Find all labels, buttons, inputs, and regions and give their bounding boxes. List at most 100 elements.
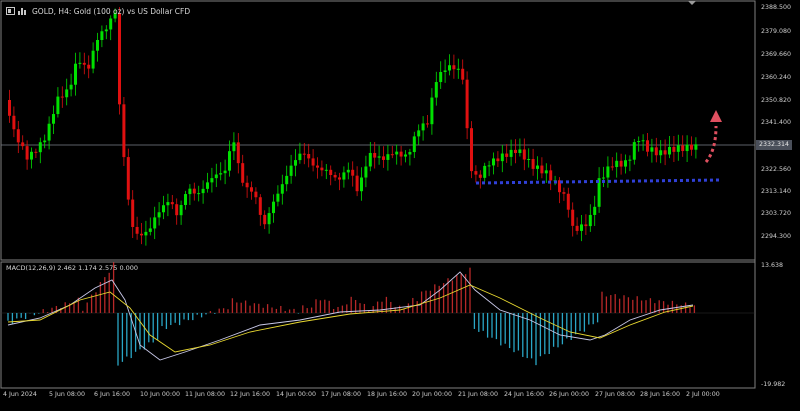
candle-body [408,152,412,155]
candle-body [34,151,38,153]
candle-body [157,212,161,218]
candle-body [452,65,456,70]
candle-body [43,140,47,143]
candle-body [197,193,201,195]
candle-body [16,129,20,143]
candle-body [38,142,42,153]
chart-window[interactable]: GOLD, H4: Gold (100 oz) vs US Dollar CFD… [0,0,800,407]
candle-body [514,149,517,154]
candle-body [324,169,328,171]
candle-body [280,184,284,194]
candle-body [637,141,641,143]
candle-body [52,114,55,124]
forecast-arrow-line [704,125,718,163]
candle-body [228,151,231,171]
candle-body [263,214,267,225]
time-axis-label: 20 Jun 00:00 [412,391,453,398]
candle-body [426,123,429,125]
candle-body [65,89,69,98]
price-axis-label: 2341.400 [761,119,792,126]
bar-chart-icon [18,7,27,15]
candle-body [580,224,583,231]
candle-body [364,166,368,178]
candle-body [632,142,636,160]
candle-body [78,62,82,64]
candle-body [615,160,619,168]
candle-body [272,201,275,214]
candle-body [214,174,218,179]
candle-body [166,202,170,206]
time-axis-label: 14 Jun 00:00 [276,391,317,398]
time-axis-label: 18 Jun 16:00 [367,391,408,398]
candle-body [118,13,121,105]
candle-body [606,166,610,178]
candle-body [641,140,645,142]
candle-body [544,170,548,174]
candle-body [12,115,16,130]
forecast-arrow-head-icon [710,110,722,122]
macd-axis-label: -19.982 [761,381,786,388]
chart-title: GOLD, H4: Gold (100 oz) vs US Dollar CFD [6,4,190,18]
candle-body [333,175,337,178]
candle-body [170,202,174,205]
candle-body [562,192,566,194]
chart-window-icon [6,7,15,15]
candle-body [492,158,495,166]
candle-body [399,151,403,157]
candle-body [602,177,605,179]
price-chart[interactable] [0,0,800,407]
candle-body [421,123,425,131]
candle-body [298,153,302,161]
candle-body [74,63,77,85]
candle-body [382,156,385,160]
candle-body [368,152,372,167]
candle-body [122,104,126,158]
candle-body [188,188,192,195]
candle-body [456,68,460,70]
candle-body [69,84,73,90]
candle-body [241,163,245,183]
price-axis-label: 2294.300 [761,233,792,240]
time-axis-label: 4 Jun 2024 [3,391,37,398]
candle-body [417,130,421,137]
candle-body [210,178,214,183]
candle-body [60,96,64,98]
candle-body [289,165,293,176]
candle-body [624,160,627,167]
candle-body [390,154,394,156]
candle-body [373,152,377,158]
time-axis-label: 12 Jun 16:00 [230,391,271,398]
candle-body [461,68,465,80]
candle-body [522,149,526,160]
candle-body [628,159,632,161]
support-dotted-line [475,178,721,185]
candle-body [646,140,649,152]
candle-body [668,146,671,155]
time-axis-label: 21 Jun 08:00 [458,391,499,398]
candle-body [294,160,297,166]
candle-body [30,151,33,160]
candle-body [148,228,152,232]
price-axis-label: 2322.560 [761,166,792,173]
candle-body [140,233,143,236]
candle-body [276,193,280,202]
candle-body [474,171,478,175]
candle-body [219,173,223,175]
candle-body [650,147,654,152]
candle-body [175,204,179,216]
candle-body [355,175,359,192]
candle-body [619,160,623,167]
candle-body [316,165,319,168]
main-panel-border [0,0,756,261]
candle-body [338,177,341,180]
candle-body [500,153,504,162]
candle-body [386,154,390,160]
time-axis-label: 26 Jun 00:00 [549,391,590,398]
candle-body [404,154,407,157]
candle-body [434,82,438,98]
chart-shift-marker-icon[interactable] [688,1,696,5]
candle-body [377,156,381,158]
candle-body [448,65,451,71]
candle-body [135,226,139,234]
candle-body [8,100,11,116]
